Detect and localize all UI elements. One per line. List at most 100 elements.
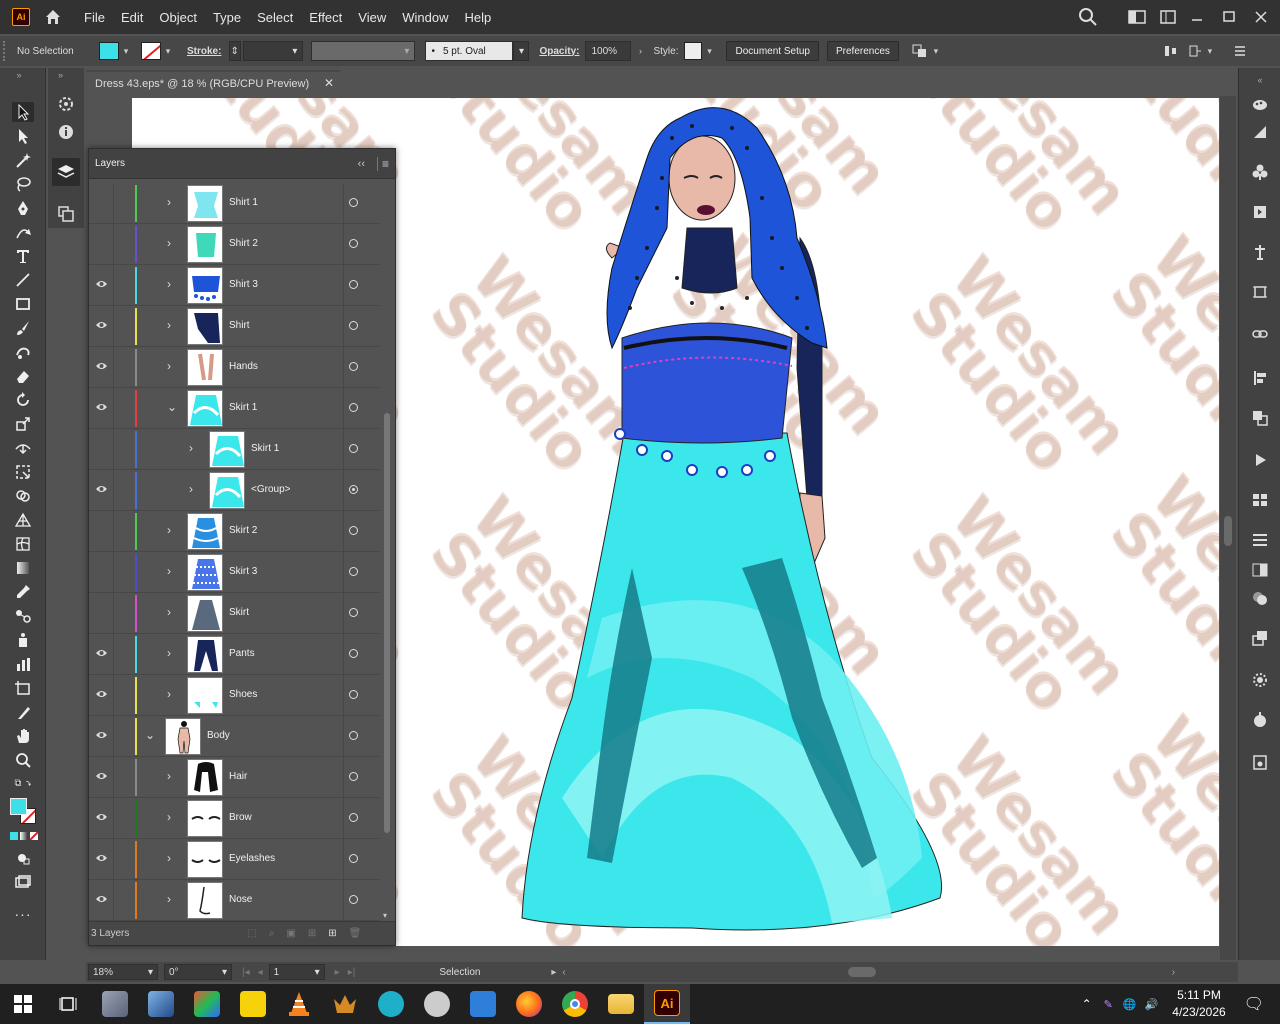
visibility-eye-icon[interactable] <box>95 812 108 822</box>
visibility-eye-icon[interactable] <box>95 361 108 371</box>
zoom-field[interactable]: 18% ▾ <box>88 964 158 980</box>
media-player-icon[interactable] <box>230 984 276 1024</box>
menu-select[interactable]: Select <box>257 10 293 25</box>
target-circle-icon[interactable] <box>349 567 358 576</box>
scroll-left-icon[interactable]: ‹ <box>562 967 565 978</box>
asset-export-icon[interactable] <box>1250 752 1270 772</box>
shape-builder-tool-icon[interactable] <box>12 486 34 506</box>
collapse-panel-icon[interactable]: » <box>8 70 30 80</box>
target-circle-icon[interactable] <box>349 444 358 453</box>
arrange-dropdown-icon[interactable]: ▾ <box>929 41 943 61</box>
layer-row[interactable]: › Hair <box>89 757 379 798</box>
target-circle-icon[interactable] <box>349 854 358 863</box>
layer-name[interactable]: Skirt 1 <box>251 443 279 454</box>
canvas-vertical-scrollbar[interactable] <box>1220 96 1236 960</box>
layer-name[interactable]: Skirt 3 <box>229 566 257 577</box>
document-tab[interactable]: Dress 43.eps* @ 18 % (RGB/CPU Preview) ✕ <box>86 70 340 96</box>
expand-arrow-icon[interactable]: › <box>167 770 177 782</box>
expand-arrow-icon[interactable]: › <box>167 196 177 208</box>
layer-name[interactable]: Skirt 2 <box>229 525 257 536</box>
export-icon[interactable]: ⬚ <box>247 928 256 939</box>
expand-arrow-icon[interactable]: › <box>167 606 177 618</box>
layer-name[interactable]: Pants <box>229 648 255 659</box>
stroke-swatch[interactable] <box>141 42 161 60</box>
arrange-icon[interactable] <box>911 43 929 59</box>
layer-row[interactable]: › Eyelashes <box>89 839 379 880</box>
tux-app-icon[interactable] <box>414 984 460 1024</box>
expand-arrow-icon[interactable]: › <box>167 852 177 864</box>
artboard-navigation[interactable]: 1 ▾ <box>268 964 325 980</box>
menu-edit[interactable]: Edit <box>121 10 143 25</box>
edit-toolbar-icon[interactable]: ··· <box>12 904 34 924</box>
pathfinder-panel-icon[interactable] <box>1250 408 1270 428</box>
target-circle-icon[interactable] <box>349 690 358 699</box>
target-circle-icon[interactable] <box>349 772 358 781</box>
layer-name[interactable]: Eyelashes <box>229 853 275 864</box>
gradient-tool-icon[interactable] <box>12 558 34 578</box>
layer-name[interactable]: Skirt 1 <box>229 402 257 413</box>
lasso-tool-icon[interactable] <box>12 174 34 194</box>
expand-arrow-icon[interactable]: › <box>167 688 177 700</box>
expand-arrow-icon[interactable]: › <box>189 442 199 454</box>
status-menu-arrow-icon[interactable]: ▸ <box>551 967 556 978</box>
task-view-icon[interactable] <box>46 984 92 1024</box>
layer-name[interactable]: Brow <box>229 812 252 823</box>
transparency-panel-icon[interactable] <box>1250 588 1270 608</box>
clock[interactable]: 5:11 PM 4/23/2026 <box>1172 987 1225 1021</box>
layer-name[interactable]: <Group> <box>251 484 290 495</box>
horizontal-scrollbar[interactable] <box>572 966 1172 978</box>
pen-tool-icon[interactable] <box>12 198 34 218</box>
rotate-tool-icon[interactable] <box>12 390 34 410</box>
menu-object[interactable]: Object <box>159 10 197 25</box>
menu-type[interactable]: Type <box>213 10 241 25</box>
illustrator-taskbar-icon[interactable]: Ai <box>644 984 690 1024</box>
vlc-icon[interactable] <box>276 984 322 1024</box>
layer-name[interactable]: Nose <box>229 894 252 905</box>
brush-definition[interactable]: • 5 pt. Oval <box>425 41 514 61</box>
visibility-eye-icon[interactable] <box>95 730 108 740</box>
layer-row[interactable]: › Shirt 3 <box>89 265 379 306</box>
eraser-tool-icon[interactable] <box>12 366 34 386</box>
visibility-eye-icon[interactable] <box>95 689 108 699</box>
expand-arrow-icon[interactable]: › <box>167 811 177 823</box>
layer-row[interactable]: ⌄ Skirt 1 <box>89 388 379 429</box>
panel-menu-icon[interactable] <box>1233 44 1247 58</box>
home-icon[interactable] <box>44 8 62 26</box>
layer-row[interactable]: › Skirt <box>89 593 379 634</box>
artboards-panel-icon[interactable] <box>56 204 76 224</box>
fill-dropdown-icon[interactable]: ▾ <box>119 41 133 61</box>
photos-app-icon[interactable] <box>92 984 138 1024</box>
menu-view[interactable]: View <box>358 10 386 25</box>
perspective-grid-tool-icon[interactable] <box>12 510 34 530</box>
swap-fill-stroke-icon[interactable] <box>8 776 38 790</box>
hand-tool-icon[interactable] <box>12 726 34 746</box>
info-panel-icon[interactable] <box>56 122 76 142</box>
layer-name[interactable]: Hair <box>229 771 247 782</box>
stroke-weight-stepper[interactable]: ⇕ <box>229 41 242 61</box>
draw-mode-icon[interactable] <box>12 848 34 868</box>
target-circle-icon[interactable] <box>349 485 358 494</box>
fill-stroke-swatches[interactable] <box>10 798 40 828</box>
network-icon[interactable]: 🌐 <box>1123 998 1137 1011</box>
locate-object-icon[interactable]: ⌕ <box>269 928 275 939</box>
graphic-styles-icon[interactable] <box>1250 670 1270 690</box>
studio-app-icon[interactable] <box>184 984 230 1024</box>
expand-arrow-icon[interactable]: › <box>167 237 177 249</box>
create-sublayer-icon[interactable]: ⊞ <box>308 928 316 939</box>
transform-panel-icon[interactable] <box>1250 282 1270 302</box>
target-circle-icon[interactable] <box>349 608 358 617</box>
last-artboard-icon[interactable]: ▸| <box>348 967 356 978</box>
color-mode-buttons[interactable] <box>10 832 38 842</box>
layer-row[interactable]: › Pants <box>89 634 379 675</box>
layers-panel-menu-icon[interactable]: ≡ <box>376 157 389 171</box>
chrome-icon[interactable] <box>552 984 598 1024</box>
scroll-thumb[interactable] <box>1224 516 1232 546</box>
layer-name[interactable]: Shirt 1 <box>229 197 258 208</box>
type-tool-icon[interactable] <box>12 246 34 266</box>
expand-arrow-icon[interactable]: › <box>167 319 177 331</box>
brush-dropdown[interactable]: ▾ <box>513 41 530 61</box>
menu-window[interactable]: Window <box>402 10 448 25</box>
stroke-weight-input[interactable]: ▾ <box>243 41 304 61</box>
rectangle-tool-icon[interactable] <box>12 294 34 314</box>
target-circle-icon[interactable] <box>349 198 358 207</box>
